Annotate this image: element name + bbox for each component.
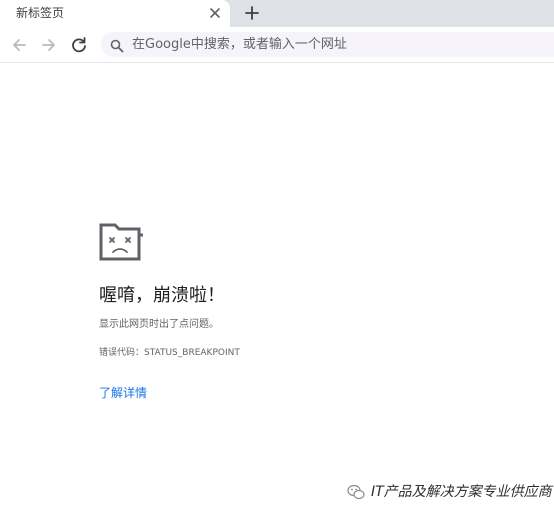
error-code: 错误代码：STATUS_BREAKPOINT [99,348,240,358]
crash-description: 显示此网页时出了点问题。 [99,319,219,330]
crash-title: 喔唷，崩溃啦！ [99,285,225,306]
learn-more-link[interactable]: 了解详情 [99,385,147,401]
back-arrow-icon[interactable] [10,36,28,54]
watermark-text: IT产品及解决方案专业供应商 [371,484,552,500]
reload-icon[interactable] [70,36,88,54]
wechat-icon [347,484,365,500]
plus-icon[interactable] [243,4,261,22]
omnibox-placeholder[interactable]: 在Google中搜索，或者输入一个网址 [132,36,347,53]
search-icon [110,38,124,53]
omnibox[interactable]: 在Google中搜索，或者输入一个网址 [101,32,554,57]
forward-arrow-icon[interactable] [40,36,58,54]
tab-title: 新标签页 [16,6,65,20]
tab-new-tab[interactable]: 新标签页 [0,0,230,27]
tab-strip: 新标签页 [0,0,554,27]
close-icon[interactable] [207,5,223,21]
sad-folder-icon [99,223,145,261]
browser-toolbar: 在Google中搜索，或者输入一个网址 [0,27,554,63]
